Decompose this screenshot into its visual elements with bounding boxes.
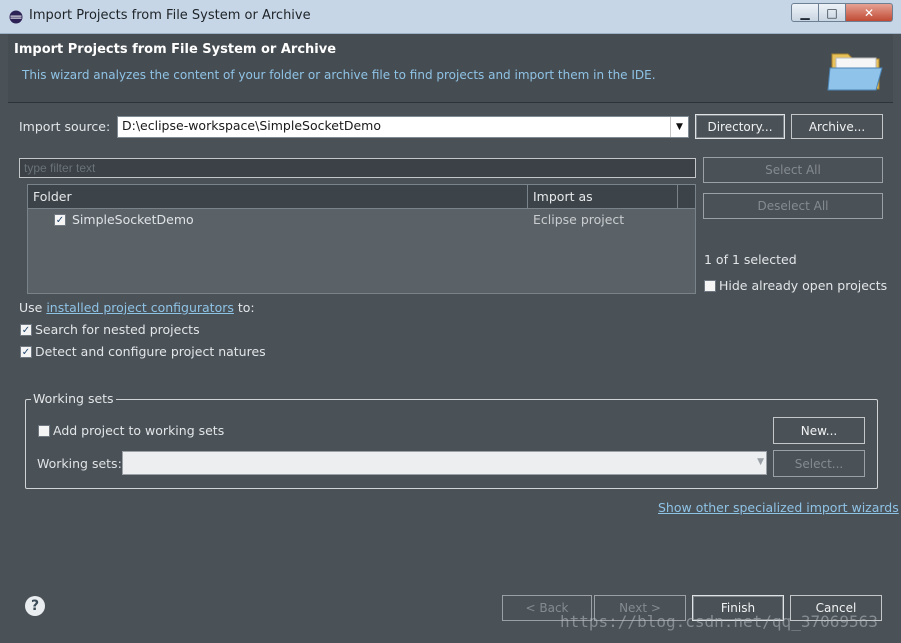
working-sets-group <box>25 399 878 489</box>
maximize-button[interactable]: □ <box>818 3 846 22</box>
help-icon[interactable]: ? <box>25 596 45 616</box>
hide-open-projects-label[interactable]: Hide already open projects <box>719 278 887 293</box>
select-working-sets-button[interactable]: Select... <box>773 450 865 477</box>
installed-configurators-link[interactable]: installed project configurators <box>46 300 234 315</box>
import-source-value: D:\eclipse-workspace\SimpleSocketDemo <box>122 118 381 133</box>
detect-natures-label[interactable]: Detect and configure project natures <box>35 344 266 359</box>
column-divider[interactable] <box>677 185 678 209</box>
dropdown-arrow-icon[interactable]: ▼ <box>757 457 764 467</box>
watermark-text: https://blog.csdn.net/qq_37069563 <box>560 612 878 631</box>
new-working-set-button[interactable]: New... <box>773 417 865 444</box>
working-sets-combo[interactable]: ▼ <box>122 451 767 475</box>
add-to-working-sets-label[interactable]: Add project to working sets <box>53 423 224 438</box>
close-button[interactable]: ✕ <box>845 3 893 22</box>
directory-button[interactable]: Directory... <box>695 114 785 139</box>
use-prefix: Use <box>19 300 47 315</box>
column-divider[interactable] <box>527 185 528 209</box>
wizard-title: Import Projects from File System or Arch… <box>14 42 337 57</box>
column-header-import-as[interactable]: Import as <box>533 189 593 204</box>
use-suffix: to: <box>233 300 255 315</box>
open-folder-icon <box>827 53 883 91</box>
project-folder-name[interactable]: SimpleSocketDemo <box>72 212 194 227</box>
other-import-wizards-link[interactable]: Show other specialized import wizards <box>658 500 899 515</box>
import-source-combo[interactable]: D:\eclipse-workspace\SimpleSocketDemo ▼ <box>117 116 689 138</box>
select-all-button[interactable]: Select All <box>703 157 883 183</box>
add-to-working-sets-checkbox[interactable]: ✓ <box>38 425 50 437</box>
search-nested-checkbox[interactable]: ✓ <box>20 324 32 336</box>
selected-count: 1 of 1 selected <box>704 252 797 267</box>
filter-input[interactable] <box>19 158 696 178</box>
detect-natures-checkbox[interactable]: ✓ <box>20 346 32 358</box>
projects-table: Folder Import as ✓ SimpleSocketDemo Ecli… <box>27 184 696 294</box>
project-checkbox[interactable]: ✓ <box>54 214 66 226</box>
archive-button[interactable]: Archive... <box>791 114 883 139</box>
column-header-folder[interactable]: Folder <box>33 189 72 204</box>
wizard-description: This wizard analyzes the content of your… <box>22 68 656 82</box>
eclipse-icon <box>9 10 23 24</box>
table-header: Folder Import as <box>28 185 695 209</box>
configurators-sentence: Use installed project configurators to: <box>19 300 255 315</box>
window-title: Import Projects from File System or Arch… <box>29 8 311 23</box>
import-source-label: Import source: <box>19 119 111 134</box>
search-nested-label[interactable]: Search for nested projects <box>35 322 200 337</box>
project-import-as: Eclipse project <box>533 212 625 227</box>
minimize-button[interactable]: ▁ <box>791 3 819 22</box>
deselect-all-button[interactable]: Deselect All <box>703 193 883 219</box>
working-sets-label: Working sets: <box>37 456 122 471</box>
hide-open-projects-checkbox[interactable]: ✓ <box>704 280 716 292</box>
dropdown-arrow-icon[interactable]: ▼ <box>670 117 688 137</box>
working-sets-group-label: Working sets <box>31 391 116 406</box>
